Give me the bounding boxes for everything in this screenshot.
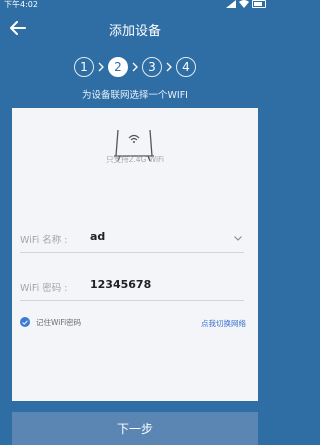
chevron-down-icon[interactable] [232, 232, 244, 244]
step-subtitle: 为设备联网选择一个WIFI [82, 90, 188, 101]
signal-icon [226, 0, 236, 8]
step-4: 4 [176, 57, 196, 77]
wifi-status-icon [239, 0, 249, 8]
next-step-button[interactable]: 下一步 [12, 412, 258, 445]
remember-password-label: 记住WiFi密码 [36, 317, 82, 327]
page-title: 添加设备 [108, 24, 161, 39]
chevron-right-icon [128, 55, 142, 79]
wifi-name-label: WiFi 名称 : [20, 235, 68, 246]
step-1: 1 [74, 57, 94, 77]
status-bar: 下午4:02 [0, 0, 270, 10]
wifi-name-value: ad [90, 230, 106, 243]
stepper: 1 2 3 4 [0, 55, 270, 79]
wifi-password-label: WiFi 密码 : [20, 283, 68, 294]
header: 添加设备 [0, 14, 270, 46]
checkmark-icon [22, 319, 28, 325]
wifi-password-field[interactable]: WiFi 密码 : 12345678 [20, 274, 244, 301]
wifi-name-field[interactable]: WiFi 名称 : ad [20, 226, 244, 253]
battery-icon [252, 0, 266, 8]
switch-network-link[interactable]: 点我切换网络 [201, 318, 246, 329]
wifi-password-input[interactable]: 12345678 [90, 278, 151, 291]
chevron-right-icon [94, 55, 108, 79]
remember-password-checkbox[interactable] [20, 317, 30, 327]
chevron-right-icon [162, 55, 176, 79]
step-3: 3 [142, 57, 162, 77]
status-time: 下午4:02 [4, 0, 38, 9]
step-2: 2 [108, 57, 128, 77]
status-icons [226, 0, 266, 8]
wifi-form-card: 只支持2.4G WiFi WiFi 名称 : ad WiFi 密码 : 1234… [12, 108, 258, 401]
router-caption: 只支持2.4G WiFi [106, 155, 164, 164]
